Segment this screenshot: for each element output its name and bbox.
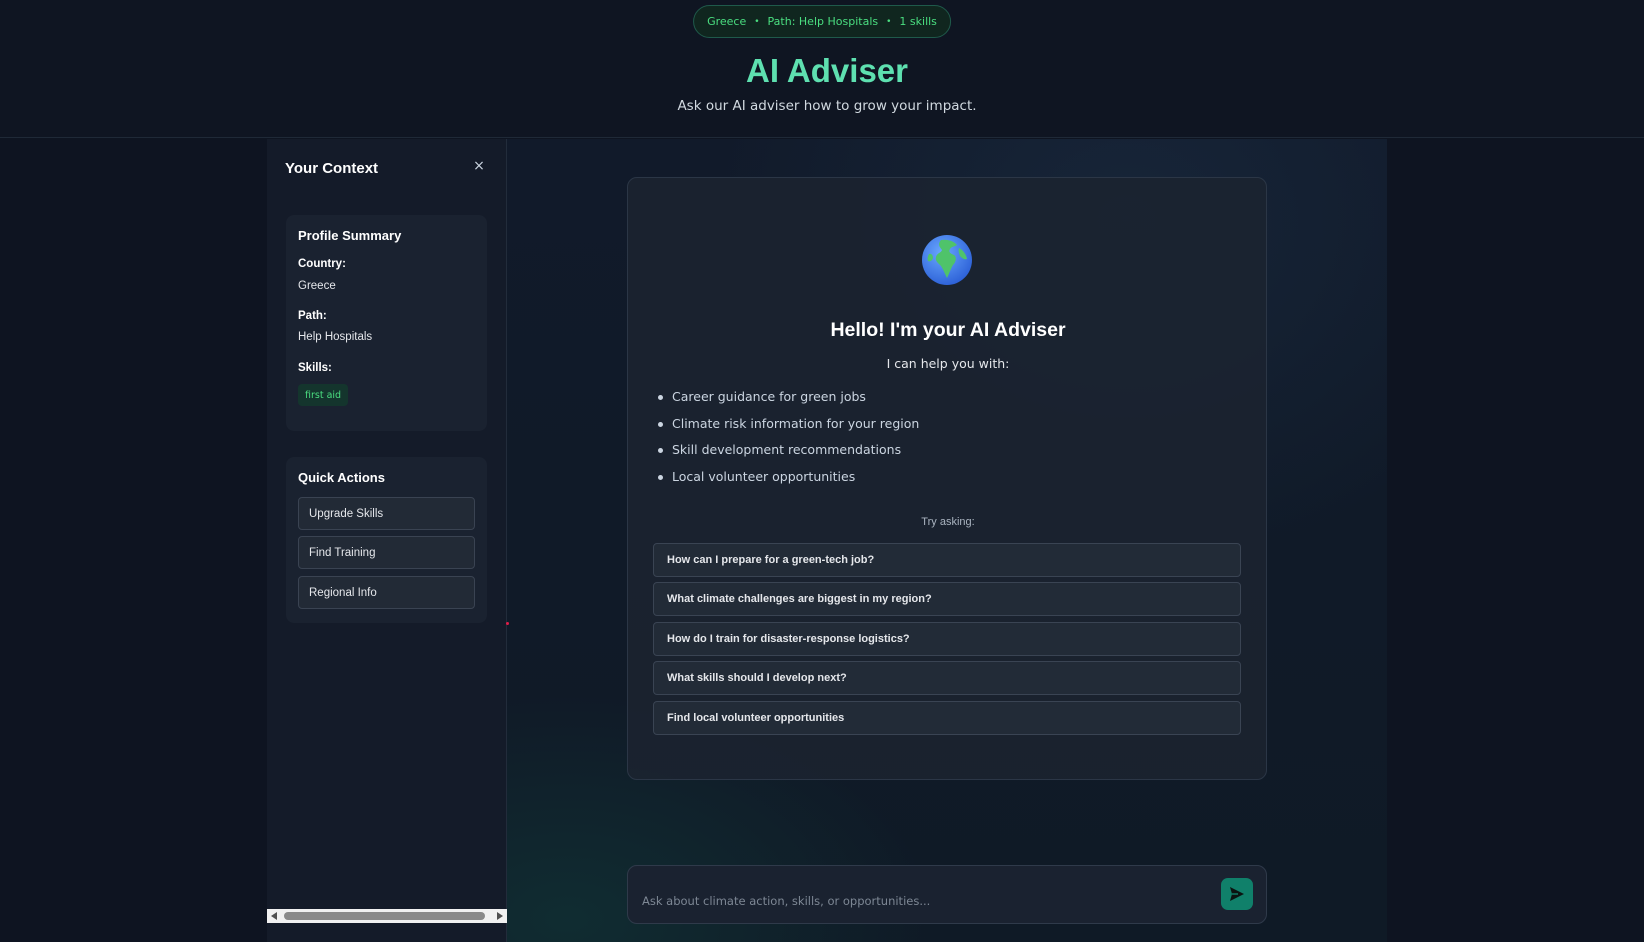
chat-input-bar	[627, 865, 1267, 924]
list-item: Climate risk information for your region	[656, 411, 919, 438]
profile-summary-card: Profile Summary Country: Greece Path: He…	[286, 215, 487, 431]
context-sidebar: Your Context × Profile Summary Country: …	[267, 139, 507, 942]
scroll-left-icon[interactable]	[271, 912, 277, 920]
page-title: AI Adviser	[745, 52, 908, 89]
sidebar-horizontal-scrollbar[interactable]	[267, 909, 507, 923]
separator-dot: •	[886, 16, 892, 27]
list-item: Local volunteer opportunities	[656, 464, 919, 491]
suggestion-button[interactable]: How can I prepare for a green-tech job?	[653, 543, 1241, 577]
context-path: Path: Help Hospitals	[767, 15, 879, 28]
context-skills: 1 skills	[899, 15, 937, 28]
welcome-lead: I can help you with:	[886, 356, 1010, 371]
send-button[interactable]	[1221, 878, 1253, 910]
scroll-right-icon[interactable]	[497, 912, 503, 920]
context-country: Greece	[707, 15, 747, 28]
list-item: Skill development recommendations	[656, 437, 919, 464]
suggestion-button[interactable]: Find local volunteer opportunities	[653, 701, 1241, 735]
suggestion-button[interactable]: What climate challenges are biggest in m…	[653, 582, 1241, 616]
scrollbar-thumb[interactable]	[284, 912, 485, 920]
quick-actions-title: Quick Actions	[298, 470, 385, 485]
country-value: Greece	[298, 280, 336, 292]
send-icon	[1230, 887, 1244, 901]
path-value: Help Hospitals	[298, 331, 373, 343]
regional-info-button[interactable]: Regional Info	[298, 576, 475, 609]
quick-actions-card: Quick Actions Upgrade Skills Find Traini…	[286, 457, 487, 623]
sidebar-title: Your Context	[285, 160, 379, 177]
resize-handle-marker	[506, 622, 509, 625]
separator-dot: •	[754, 16, 760, 27]
suggestion-button[interactable]: What skills should I develop next?	[653, 661, 1241, 695]
globe-icon	[922, 235, 972, 285]
list-item: Career guidance for green jobs	[656, 384, 919, 411]
profile-summary-title: Profile Summary	[298, 228, 402, 243]
upgrade-skills-button[interactable]: Upgrade Skills	[298, 497, 475, 530]
page-subtitle: Ask our AI adviser how to grow your impa…	[677, 98, 977, 114]
close-icon[interactable]: ×	[469, 156, 489, 176]
chat-input[interactable]	[640, 890, 1200, 912]
welcome-card: Hello! I'm your AI Adviser I can help yo…	[627, 177, 1267, 780]
page-header: Greece • Path: Help Hospitals • 1 skills…	[0, 0, 1644, 138]
country-label: Country:	[298, 258, 346, 270]
skill-badge: first aid	[298, 384, 349, 406]
find-training-button[interactable]: Find Training	[298, 536, 475, 569]
path-label: Path:	[298, 310, 327, 322]
skills-label: Skills:	[298, 362, 332, 374]
try-asking-label: Try asking:	[921, 516, 975, 528]
suggestion-button[interactable]: How do I train for disaster-response log…	[653, 622, 1241, 656]
welcome-title: Hello! I'm your AI Adviser	[830, 319, 1066, 341]
context-pill: Greece • Path: Help Hospitals • 1 skills	[693, 5, 951, 38]
help-topics-list: Career guidance for green jobs Climate r…	[656, 384, 919, 491]
